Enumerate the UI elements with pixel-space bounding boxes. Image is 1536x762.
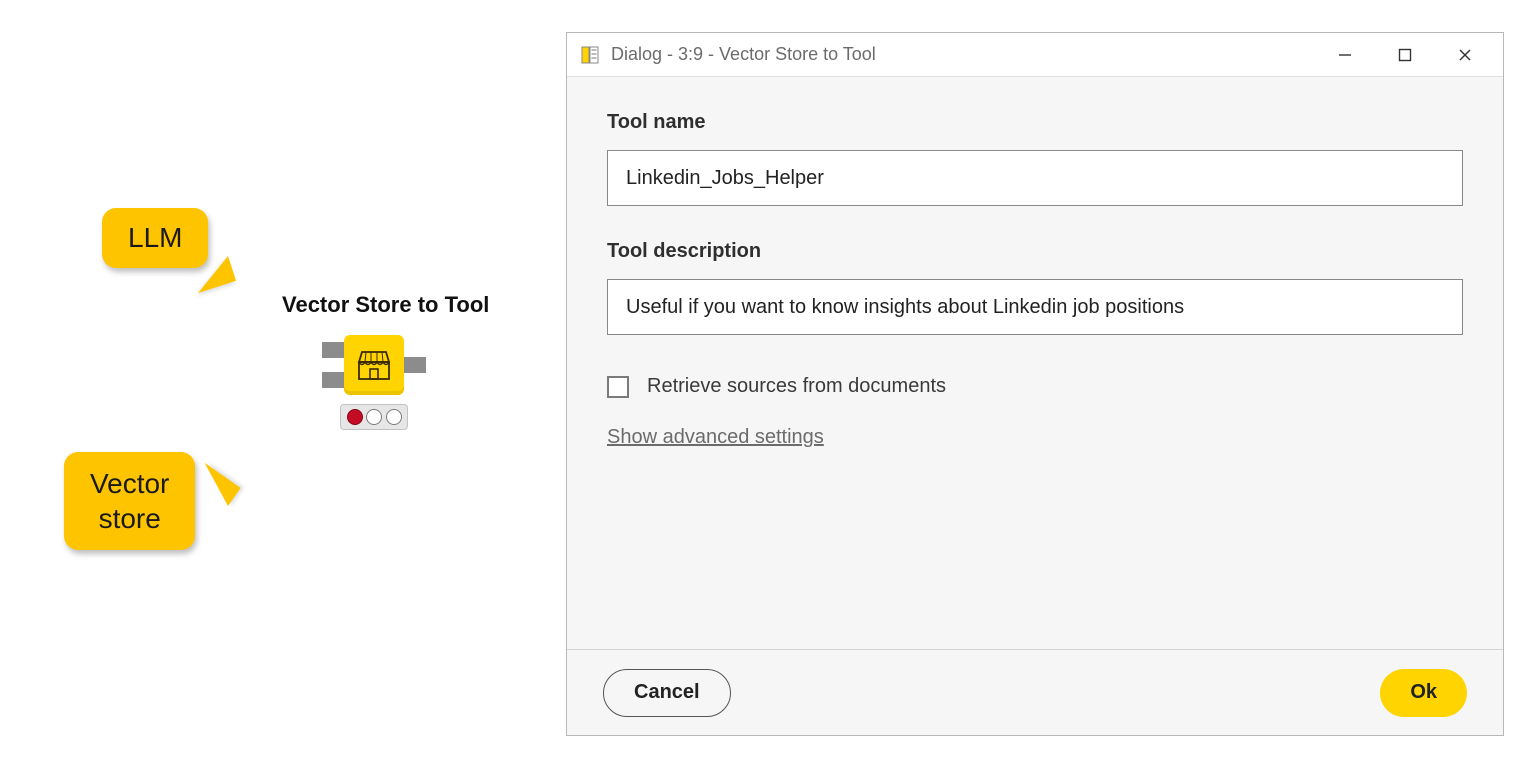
callout-vs-tail	[192, 463, 241, 506]
status-light-red	[347, 409, 363, 425]
close-icon	[1458, 48, 1472, 62]
show-advanced-settings-link[interactable]: Show advanced settings	[607, 426, 824, 448]
window-minimize-button[interactable]	[1315, 33, 1375, 77]
ok-button[interactable]: Ok	[1380, 669, 1467, 717]
tool-name-input[interactable]	[607, 150, 1463, 206]
retrieve-sources-row[interactable]: Retrieve sources from documents	[607, 375, 1463, 398]
cancel-button[interactable]: Cancel	[603, 669, 731, 717]
node-port-in-vector-store[interactable]	[322, 372, 344, 388]
dialog-body: Tool name Tool description Retrieve sour…	[567, 77, 1503, 649]
retrieve-sources-checkbox[interactable]	[607, 376, 629, 398]
app-icon	[581, 46, 599, 64]
tool-name-label: Tool name	[607, 111, 1463, 134]
status-light-green	[386, 409, 402, 425]
callout-llm: LLM	[102, 208, 208, 268]
node-title: Vector Store to Tool	[282, 292, 489, 318]
callout-vector-store: Vector store	[64, 452, 195, 550]
window-close-button[interactable]	[1435, 33, 1495, 77]
store-icon	[354, 345, 394, 385]
retrieve-sources-label: Retrieve sources from documents	[647, 375, 946, 398]
minimize-icon	[1338, 48, 1352, 62]
callout-llm-text: LLM	[128, 222, 182, 253]
workflow-diagram: LLM Vector store Vector Store to Tool	[60, 200, 490, 580]
callout-vs-line1: Vector	[90, 468, 169, 499]
maximize-icon	[1398, 48, 1412, 62]
tool-description-input[interactable]	[607, 279, 1463, 335]
dialog-titlebar[interactable]: Dialog - 3:9 - Vector Store to Tool	[567, 33, 1503, 77]
node-port-out-tool[interactable]	[404, 357, 426, 373]
window-maximize-button[interactable]	[1375, 33, 1435, 77]
status-light-yellow	[366, 409, 382, 425]
dialog-title: Dialog - 3:9 - Vector Store to Tool	[611, 44, 1315, 65]
dialog-footer: Cancel Ok	[567, 649, 1503, 735]
node-port-in-llm[interactable]	[322, 342, 344, 358]
dialog-window: Dialog - 3:9 - Vector Store to Tool Tool…	[566, 32, 1504, 736]
node-icon[interactable]	[344, 335, 404, 395]
node-status-lights	[340, 404, 408, 430]
tool-description-label: Tool description	[607, 240, 1463, 263]
callout-vs-line2: store	[99, 503, 161, 534]
